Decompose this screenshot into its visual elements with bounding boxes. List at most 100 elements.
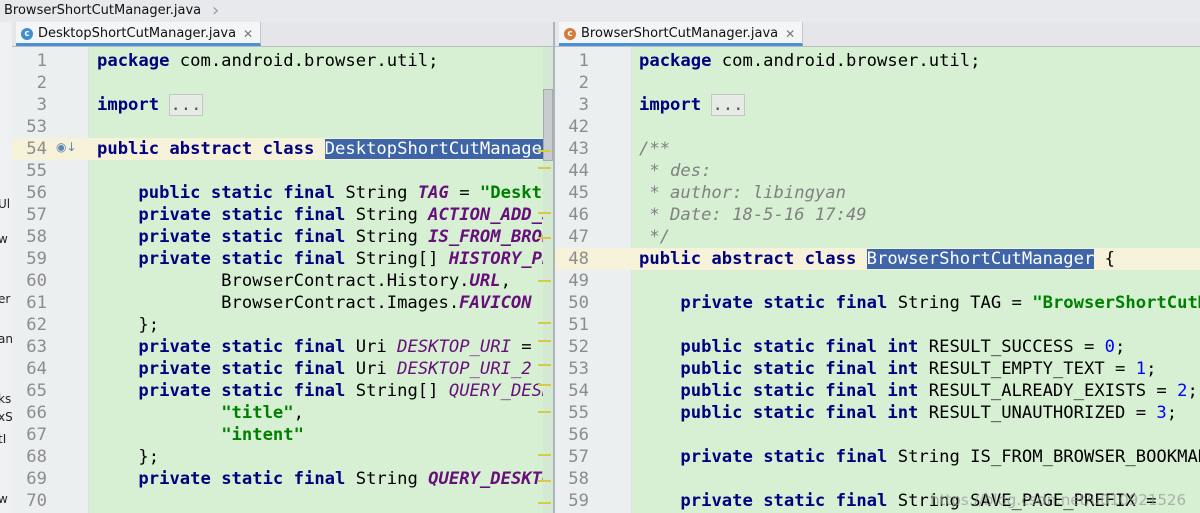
line-number: 47 <box>568 227 589 247</box>
line-number: 50 <box>568 293 589 313</box>
code-line[interactable]: 69 private static final String QUERY_DES… <box>12 468 553 490</box>
code-line[interactable]: 46 * Date: 18-5-16 17:49 <box>555 204 1200 226</box>
line-number: 42 <box>568 117 589 137</box>
code-line[interactable]: 3 import ... <box>12 94 553 116</box>
code-text: public abstract class DesktopShortCutMan… <box>97 139 553 159</box>
line-number: 66 <box>26 403 47 423</box>
code-line[interactable]: 57 private static final String IS_FROM_B… <box>555 446 1200 468</box>
line-number: 51 <box>568 315 589 335</box>
line-number: 58 <box>26 227 47 247</box>
line-number: 62 <box>26 315 47 335</box>
code-line[interactable]: 56 public static final String TAG = "Des… <box>12 182 553 204</box>
code-text: BrowserContract.Images.FAVICON <box>97 293 532 313</box>
tab-desktop-shortcut-manager[interactable]: c DesktopShortCutManager.java ✕ <box>16 22 262 46</box>
close-icon[interactable]: ✕ <box>243 22 253 46</box>
java-class-icon: c <box>564 28 576 40</box>
code-line[interactable]: 64 private static final Uri DESKTOP_URI_… <box>12 358 553 380</box>
code-line[interactable]: 55 <box>12 160 553 182</box>
code-text: private static final String[] HISTORY_PR… <box>138 249 553 269</box>
code-text: public abstract class BrowserShortCutMan… <box>639 249 1116 269</box>
code-text: private static final String IS_FROM_BROW… <box>680 447 1200 467</box>
code-text: }; <box>97 315 160 335</box>
code-line[interactable]: 52 public static final int RESULT_SUCCES… <box>555 336 1200 358</box>
java-class-icon: c <box>21 28 33 40</box>
line-number: 2 <box>36 73 47 93</box>
code-text: * des: <box>639 161 712 181</box>
code-line[interactable]: 43 /** <box>555 138 1200 160</box>
line-number: 63 <box>26 337 47 357</box>
code-text: public static final int RESULT_ALREADY_E… <box>680 381 1198 401</box>
code-line[interactable]: 50 private static final String TAG = "Br… <box>555 292 1200 314</box>
line-number: 68 <box>26 447 47 467</box>
code-line[interactable]: 70 <box>12 490 553 512</box>
left-tab-bar: c DesktopShortCutManager.java ✕ <box>12 22 553 47</box>
code-line[interactable]: 54 public abstract class DesktopShortCutM… <box>12 138 553 160</box>
code-line[interactable]: 61 BrowserContract.Images.FAVICON <box>12 292 553 314</box>
code-text: import ... <box>639 94 745 116</box>
line-number: 58 <box>568 469 589 489</box>
line-number: 57 <box>26 205 47 225</box>
code-line[interactable]: 56 <box>555 424 1200 446</box>
code-text: * Date: 18-5-16 17:49 <box>639 205 867 225</box>
line-number: 60 <box>26 271 47 291</box>
code-line[interactable]: 3 import ... <box>555 94 1200 116</box>
line-number: 1 <box>36 51 47 71</box>
code-text: private static final String IS_FROM_BROW… <box>138 227 553 247</box>
code-text: private static final Uri DESKTOP_URI_2 <box>138 359 532 379</box>
code-line[interactable]: 48 public abstract class BrowserShortCutM… <box>555 248 1200 270</box>
code-text: * author: libingyan <box>639 183 846 203</box>
code-line[interactable]: 67 "intent" <box>12 424 553 446</box>
code-text: public static final String TAG = "Deskto… <box>138 183 553 203</box>
code-line[interactable]: 51 <box>555 314 1200 336</box>
line-number: 53 <box>26 117 47 137</box>
code-line[interactable]: 49 <box>555 270 1200 292</box>
line-number: 59 <box>26 249 47 269</box>
code-line[interactable]: 63 private static final Uri DESKTOP_URI … <box>12 336 553 358</box>
code-line[interactable]: 60 BrowserContract.History.URL, <box>12 270 553 292</box>
code-line[interactable]: 58 <box>555 468 1200 490</box>
line-number: 67 <box>26 425 47 445</box>
code-line[interactable]: 65 private static final String[] QUERY_D… <box>12 380 553 402</box>
code-text: BrowserContract.History.URL, <box>97 271 511 291</box>
line-number: 56 <box>26 183 47 203</box>
code-line[interactable]: 53 <box>12 116 553 138</box>
line-number: 65 <box>26 381 47 401</box>
line-number: 54 <box>26 139 47 159</box>
code-line[interactable]: 2 <box>12 72 553 94</box>
code-line[interactable]: 1 package com.android.browser.util; <box>12 50 553 72</box>
code-line[interactable]: 59 private static final String[] HISTORY… <box>12 248 553 270</box>
line-number: 64 <box>26 359 47 379</box>
breadcrumb-file[interactable]: BrowserShortCutManager.java › <box>4 2 219 20</box>
code-line[interactable]: 44 * des: <box>555 160 1200 182</box>
code-line[interactable]: 45 * author: libingyan <box>555 182 1200 204</box>
code-line[interactable]: 47 */ <box>555 226 1200 248</box>
code-line[interactable]: 62 }; <box>12 314 553 336</box>
close-icon[interactable]: ✕ <box>785 22 795 46</box>
code-line[interactable]: 2 <box>555 72 1200 94</box>
line-number: 49 <box>568 271 589 291</box>
code-line[interactable]: 66 "title", <box>12 402 553 424</box>
code-text: */ <box>639 227 671 247</box>
line-number: 1 <box>578 51 589 71</box>
code-line[interactable]: 1 package com.android.browser.util; <box>555 50 1200 72</box>
right-editor-pane: c BrowserShortCutManager.java ✕ 1 package… <box>555 22 1200 513</box>
code-line[interactable]: 57 private static final String ACTION_AD… <box>12 204 553 226</box>
code-text: private static final Uri DESKTOP_URI = <box>138 337 532 357</box>
code-line[interactable]: 55 public static final int RESULT_UNAUTH… <box>555 402 1200 424</box>
code-line[interactable]: 58 private static final String IS_FROM_B… <box>12 226 553 248</box>
implementation-marker-icon[interactable]: ◉↓ <box>56 140 77 154</box>
code-line[interactable]: 68 }; <box>12 446 553 468</box>
code-line[interactable]: 42 <box>555 116 1200 138</box>
line-number: 59 <box>568 491 589 511</box>
code-line[interactable]: 54 public static final int RESULT_ALREAD… <box>555 380 1200 402</box>
code-text: private static final String[] QUERY_DESK… <box>138 381 553 401</box>
line-number: 52 <box>568 337 589 357</box>
code-text: package com.android.browser.util; <box>639 51 981 71</box>
code-text: private static final String ACTION_ADD_S… <box>138 205 553 225</box>
tab-browser-shortcut-manager[interactable]: c BrowserShortCutManager.java ✕ <box>559 22 804 46</box>
line-number: 48 <box>568 249 589 269</box>
left-editor-pane: c DesktopShortCutManager.java ✕ 1 package… <box>12 22 553 513</box>
line-number: 2 <box>578 73 589 93</box>
code-line[interactable]: 53 public static final int RESULT_EMPTY_… <box>555 358 1200 380</box>
line-number: 54 <box>568 381 589 401</box>
